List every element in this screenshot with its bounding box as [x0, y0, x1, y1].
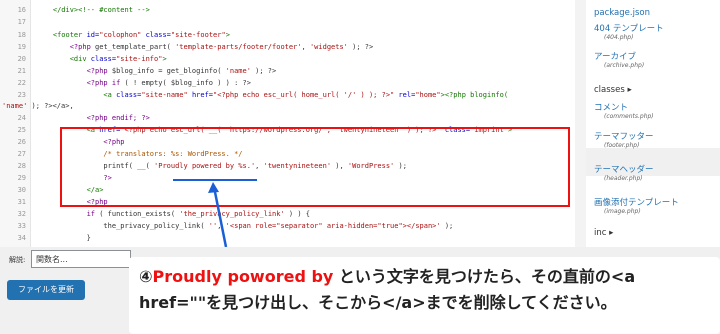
documentation-label: 解説:	[9, 256, 26, 264]
sidebar-file-name: (comments.php)	[604, 113, 654, 120]
sidebar-file-name: (header.php)	[604, 175, 643, 182]
sidebar-file-name: (archive.php)	[604, 62, 645, 69]
sidebar-file-item[interactable]: コメント	[594, 101, 628, 113]
sidebar-file-item[interactable]: アーカイブ	[594, 50, 636, 62]
sidebar-file-item[interactable]: inc ▸	[594, 228, 613, 238]
sidebar-file-item[interactable]: テーマヘッダー	[594, 163, 654, 175]
instruction-line-1: ④Proudly powored by という文字を見つけたら、その直前の<a	[139, 263, 635, 287]
sidebar-file-name: (image.php)	[604, 208, 641, 215]
code-editor[interactable]: 16 </div><!-- #content --> 17 18 <footer i…	[0, 0, 585, 247]
sidebar-file-name: (404.php)	[604, 34, 634, 41]
sidebar-file-name: (footer.php)	[604, 142, 640, 149]
editor-scrollbar[interactable]	[575, 0, 586, 247]
pointer-arrow-icon	[208, 182, 228, 247]
sidebar-file-item[interactable]: package.json	[594, 8, 650, 18]
instruction-line-2: href=""を見つけ出し、そこから</a>までを削除してください。	[139, 293, 617, 312]
step-number: ④	[139, 267, 153, 286]
sidebar-file-item[interactable]: classes ▸	[594, 85, 632, 95]
instruction-text-1: という文字を見つけたら、その直前の<a	[333, 267, 636, 286]
update-file-button[interactable]: ファイルを更新	[7, 280, 85, 300]
function-name-select[interactable]: 関数名...	[31, 250, 131, 268]
instruction-panel: ④Proudly powored by という文字を見つけたら、その直前の<a …	[129, 257, 720, 334]
theme-files-sidebar: package.json 404 テンプレート (404.php) アーカイブ (arc…	[586, 0, 720, 247]
highlight-phrase: Proudly powored by	[152, 267, 334, 286]
sidebar-file-item[interactable]: 画像添付テンプレート	[594, 196, 679, 208]
sidebar-file-item[interactable]: テーマフッター	[594, 130, 654, 142]
sidebar-file-item[interactable]: 404 テンプレート	[594, 22, 664, 34]
